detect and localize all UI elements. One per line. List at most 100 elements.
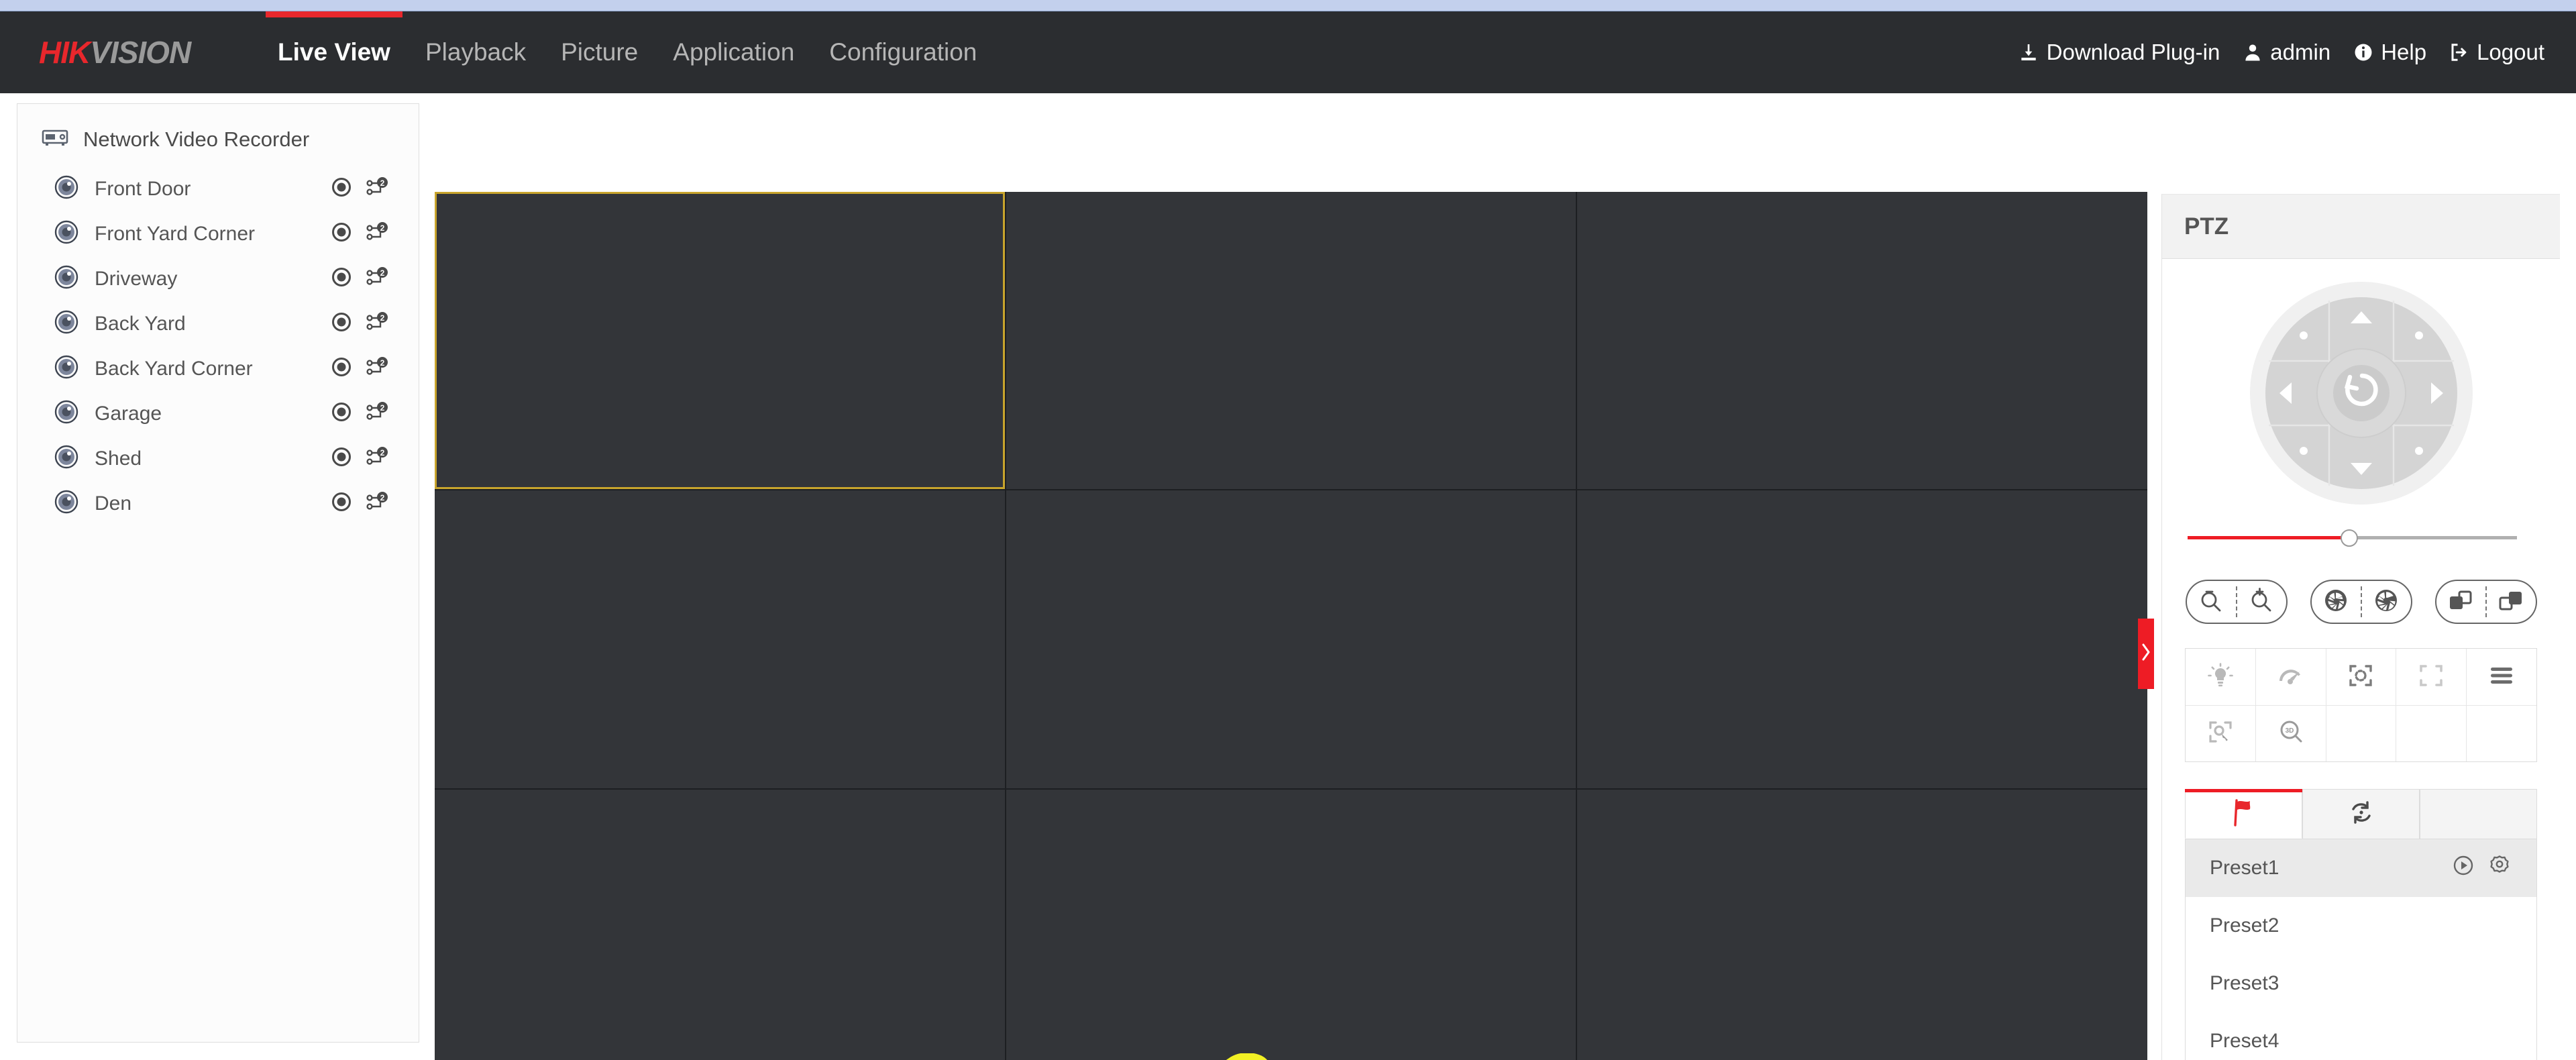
camera-row-garage[interactable]: Garage 2 (17, 391, 419, 436)
red-flag-icon (2231, 798, 2257, 830)
camera-row-den[interactable]: Den 2 (17, 481, 419, 526)
video-cell-4[interactable] (435, 490, 1005, 788)
video-cell-1[interactable] (435, 192, 1005, 490)
nav-playback[interactable]: Playback (408, 11, 543, 93)
video-cell-9[interactable] (1577, 789, 2147, 1060)
svg-text:2: 2 (380, 313, 385, 323)
panel-collapse-handle[interactable] (2138, 619, 2154, 689)
ptz-panel-header: PTZ (2162, 195, 2560, 259)
focus-far-icon (2498, 589, 2524, 615)
camera-row-actions: 2 (331, 357, 389, 380)
video-cell-3[interactable] (1577, 192, 2147, 490)
camera-row-front-yard-corner[interactable]: Front Yard Corner 2 (17, 211, 419, 256)
zoom-in-button[interactable] (2237, 581, 2286, 623)
focus-far-button[interactable] (2487, 581, 2536, 623)
menu-button[interactable] (2467, 649, 2536, 705)
stream-switch-icon[interactable]: 2 (366, 267, 389, 290)
preset-settings-icon[interactable] (2488, 854, 2511, 882)
camera-list: Front Door 2 Front Yard Corner 2 Drivewa… (17, 158, 419, 526)
help-button[interactable]: Help (2342, 40, 2438, 65)
tab-pattern[interactable] (2420, 789, 2537, 839)
video-cell-5[interactable] (1006, 490, 1576, 788)
camera-row-back-yard[interactable]: Back Yard 2 (17, 301, 419, 346)
video-cell-6[interactable] (1577, 490, 2147, 788)
auto-focus-button[interactable] (2326, 649, 2397, 705)
camera-row-driveway[interactable]: Driveway 2 (17, 256, 419, 301)
stream-switch-icon[interactable]: 2 (366, 447, 389, 470)
camera-row-actions: 2 (331, 447, 389, 470)
preset-name: Preset4 (2210, 1030, 2279, 1052)
tab-patrol[interactable] (2302, 789, 2420, 839)
user-account-button[interactable]: admin (2231, 40, 2342, 65)
camera-name: Shed (95, 447, 142, 470)
stream-switch-icon[interactable]: 2 (366, 312, 389, 335)
record-status-icon[interactable] (331, 177, 352, 201)
iris-open-button[interactable] (2362, 581, 2411, 623)
ptz-speed-slider[interactable] (2188, 526, 2517, 549)
camera-icon (54, 400, 78, 427)
stream-switch-icon[interactable]: 2 (366, 177, 389, 201)
nav-live-view-label: Live View (278, 38, 390, 66)
ptz-lens-controls (2162, 549, 2560, 624)
zoom-out-button[interactable] (2187, 581, 2236, 623)
camera-row-shed[interactable]: Shed 2 (17, 436, 419, 481)
nav-application[interactable]: Application (655, 11, 812, 93)
record-status-icon[interactable] (331, 312, 352, 335)
ptz-joystick[interactable] (2247, 279, 2475, 507)
slider-knob[interactable] (2341, 529, 2359, 547)
menu-icon (2489, 666, 2514, 689)
stream-switch-icon[interactable]: 2 (366, 357, 389, 380)
camera-row-back-yard-corner[interactable]: Back Yard Corner 2 (17, 346, 419, 391)
record-status-icon[interactable] (331, 222, 352, 246)
app-header: HIK VISION Live View Playback Picture Ap… (0, 11, 2576, 93)
video-cell-7[interactable] (435, 789, 1005, 1060)
record-status-icon[interactable] (331, 492, 352, 515)
camera-name: Garage (95, 402, 162, 425)
stream-switch-icon[interactable]: 2 (366, 402, 389, 425)
light-button[interactable] (2186, 649, 2256, 705)
feature-empty-3 (2467, 706, 2536, 761)
live-view-video-area: 2 (435, 192, 2147, 1060)
video-cell-8[interactable] (1006, 789, 1576, 1060)
nav-configuration[interactable]: Configuration (812, 11, 994, 93)
3d-zoom-button[interactable]: 3D (2256, 706, 2326, 761)
camera-row-front-door[interactable]: Front Door 2 (17, 166, 419, 211)
focus-near-button[interactable] (2436, 581, 2485, 623)
record-status-icon[interactable] (331, 447, 352, 470)
nav-live-view[interactable]: Live View (260, 11, 408, 93)
iris-close-button[interactable] (2312, 581, 2361, 623)
ptz-tab-row (2185, 789, 2537, 839)
preset-item-4[interactable]: Preset4 (2186, 1012, 2536, 1060)
preset-item-2[interactable]: Preset2 (2186, 897, 2536, 955)
wiper-button[interactable] (2256, 649, 2326, 705)
nav-picture-label: Picture (561, 38, 639, 66)
preset-item-1[interactable]: Preset1 (2186, 839, 2536, 897)
device-root-row[interactable]: Network Video Recorder (17, 104, 419, 158)
download-plugin-button[interactable]: Download Plug-in (2006, 40, 2232, 65)
focus-near-icon (2448, 589, 2473, 615)
main-navigation: Live View Playback Picture Application C… (260, 11, 994, 93)
logout-label: Logout (2477, 40, 2544, 64)
svg-text:3D: 3D (2285, 727, 2294, 735)
logout-button[interactable]: Logout (2438, 40, 2556, 65)
tab-preset[interactable] (2185, 789, 2302, 839)
initialize-lens-button[interactable] (2396, 649, 2467, 705)
user-icon (2243, 42, 2263, 62)
one-touch-patrol-button[interactable] (2186, 706, 2256, 761)
stream-switch-icon[interactable]: 2 (366, 492, 389, 515)
nav-playback-label: Playback (425, 38, 527, 66)
nav-picture[interactable]: Picture (543, 11, 655, 93)
camera-name: Front Yard Corner (95, 222, 255, 245)
page-body: Network Video Recorder Front Door 2 Fron… (0, 93, 2576, 1060)
video-cell-2[interactable] (1006, 192, 1576, 490)
stream-switch-icon[interactable]: 2 (366, 222, 389, 246)
chevron-right-icon (2140, 642, 2152, 666)
record-status-icon[interactable] (331, 267, 352, 290)
camera-icon (54, 265, 78, 293)
record-status-icon[interactable] (331, 402, 352, 425)
preset-item-3[interactable]: Preset3 (2186, 955, 2536, 1012)
hikvision-logo: HIK VISION (39, 37, 225, 68)
call-preset-icon[interactable] (2452, 854, 2475, 882)
camera-row-actions: 2 (331, 222, 389, 246)
record-status-icon[interactable] (331, 357, 352, 380)
